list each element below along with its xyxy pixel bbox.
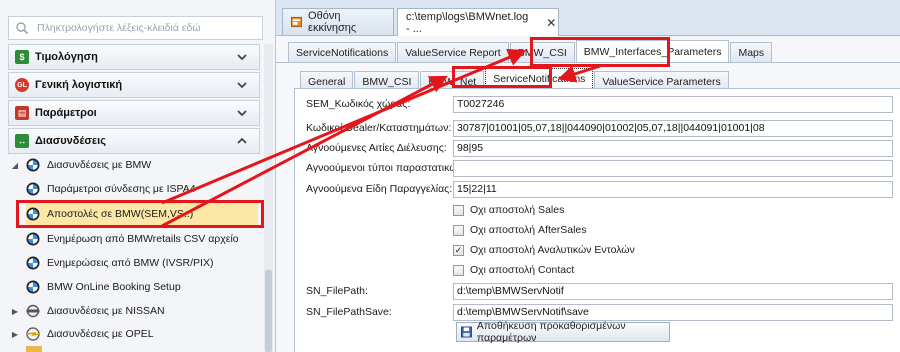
tree-item-online-booking[interactable]: BMW OnLine Booking Setup bbox=[26, 276, 181, 298]
tree-item-bmw-sends[interactable]: Αποστολές σε BMW(SEM,VS..) bbox=[26, 203, 258, 225]
expand-caret-icon[interactable]: ▶ bbox=[10, 307, 20, 316]
sn-filepath-input[interactable]: d:\temp\BMWServNotif bbox=[453, 283, 893, 300]
ignored-doc-types-input[interactable] bbox=[453, 160, 893, 177]
search-placeholder: Πληκτρολογήστε λέξεις-κλειδιά εδώ bbox=[37, 22, 201, 34]
home-screen-icon bbox=[291, 16, 303, 28]
gl-icon: GL bbox=[15, 78, 29, 92]
checkbox-label: Οχι αποστολή AfterSales bbox=[470, 224, 587, 236]
group-label: Γενική λογιστική bbox=[35, 79, 123, 91]
bmw-logo-icon bbox=[26, 158, 40, 172]
bmw-logo-icon bbox=[26, 207, 40, 221]
checkbox-no-aftersales[interactable]: Οχι αποστολή AfterSales bbox=[453, 224, 587, 236]
top-tab-row: ServiceNotifications ValueService Report… bbox=[288, 40, 773, 62]
tab-bmw-interfaces-parameters[interactable]: BMW_Interfaces_Parameters bbox=[575, 40, 730, 62]
nissan-logo-icon bbox=[26, 304, 40, 318]
tab-valueservice-report[interactable]: ValueService Report bbox=[397, 42, 509, 62]
invoice-icon: $ bbox=[15, 50, 29, 64]
tab-servicenotifications[interactable]: ServiceNotifications bbox=[288, 42, 397, 62]
dealer-codes-input[interactable]: 30787|01001|05,07,18||044090|01002|05,07… bbox=[453, 120, 893, 137]
field-label: Κωδικοί Dealer/Καταστημάτων: bbox=[306, 122, 452, 134]
group-label: Τιμολόγηση bbox=[35, 51, 98, 63]
chevron-down-icon[interactable] bbox=[235, 106, 249, 120]
expand-caret-icon[interactable]: ◢ bbox=[10, 161, 20, 170]
tree-label: Διασυνδέσεις με NISSAN bbox=[47, 305, 165, 317]
field-label: Αγνοούμενα Είδη Παραγγελίας: bbox=[306, 183, 453, 195]
search-icon bbox=[16, 22, 29, 35]
tree-item-nissan-integrations[interactable]: ▶ Διασυνδέσεις με NISSAN bbox=[10, 300, 165, 322]
checkbox-no-contact[interactable]: Οχι αποστολή Contact bbox=[453, 264, 574, 276]
tree-item-opel-integrations[interactable]: ▶ Διασυνδέσεις με OPEL bbox=[10, 323, 154, 345]
bmw-logo-icon bbox=[26, 256, 40, 270]
field-label: SN_FilePathSave: bbox=[306, 306, 392, 318]
doc-tab-start-screen[interactable]: Οθόνη εκκίνησης bbox=[282, 8, 394, 35]
tab-maps[interactable]: Maps bbox=[730, 42, 773, 62]
search-input[interactable]: Πληκτρολογήστε λέξεις-κλειδιά εδώ bbox=[8, 16, 263, 40]
checkbox-box[interactable] bbox=[453, 204, 464, 216]
tree-label: BMW OnLine Booking Setup bbox=[47, 281, 181, 293]
tree-item-ispa-connection[interactable]: Παράμετροι σύνδεσης με ISPA4 bbox=[26, 178, 196, 200]
bmw-logo-icon bbox=[26, 280, 40, 294]
field-label: SN_FilePath: bbox=[306, 285, 368, 297]
tree-label: Διασυνδέσεις με OPEL bbox=[47, 328, 154, 340]
tree-item-ivsr-pix[interactable]: Ενημερώσεις από BMW (IVSR/PIX) bbox=[26, 252, 213, 274]
field-label: SEM_Κωδικός χώρας: bbox=[306, 98, 411, 110]
checkbox-no-sales[interactable]: Οχι αποστολή Sales bbox=[453, 204, 564, 216]
tree-item-bmwretails-csv[interactable]: Ενημέρωση από BMWretails CSV αρχείο bbox=[26, 228, 239, 250]
checkbox-box[interactable] bbox=[453, 264, 464, 276]
field-label: Αγνοούμενοι τύποι παραστατικών: bbox=[306, 162, 466, 174]
tree-label: Διασυνδέσεις με BMW bbox=[47, 159, 152, 171]
doc-tab-label: Οθόνη εκκίνησης bbox=[308, 10, 357, 34]
ignored-order-types-input[interactable]: 15|22|11 bbox=[453, 181, 893, 198]
tree-label: Αποστολές σε BMW(SEM,VS..) bbox=[47, 208, 194, 220]
tree-item-bmw-integrations[interactable]: ◢ Διασυνδέσεις με BMW bbox=[10, 154, 151, 176]
group-integrations[interactable]: ↔ Διασυνδέσεις bbox=[8, 128, 260, 154]
chevron-down-icon[interactable] bbox=[235, 50, 249, 64]
checkbox-label: Οχι αποστολή Contact bbox=[470, 264, 575, 276]
parameters-icon: ▤ bbox=[15, 106, 29, 120]
sn-filepath-save-input[interactable]: d:\temp\BMWServNotif\save bbox=[453, 304, 893, 321]
chevron-up-icon[interactable] bbox=[235, 134, 249, 148]
subtab-servicenotifications[interactable]: ServiceNotifications bbox=[485, 68, 594, 90]
folder-icon bbox=[26, 346, 42, 352]
tree-label: Ενημερώσεις από BMW (IVSR/PIX) bbox=[47, 257, 214, 269]
bmw-logo-icon bbox=[26, 182, 40, 196]
save-button-label: Αποθήκευση προκαθορισμένων παραμέτρων bbox=[476, 320, 626, 344]
doc-tab-log-file[interactable]: c:\temp\logs\BMWnet.log - ... ✕ bbox=[397, 8, 559, 36]
checkbox-label: Οχι αποστολή Αναλυτικών Εντολών bbox=[470, 244, 635, 256]
navigation-sidebar: Πληκτρολογήστε λέξεις-κλειδιά εδώ $ Τιμο… bbox=[0, 0, 276, 352]
group-parameters[interactable]: ▤ Παράμετροι bbox=[8, 100, 260, 126]
tree-label: Ενημέρωση από BMWretails CSV αρχείο bbox=[47, 233, 239, 245]
group-invoicing[interactable]: $ Τιμολόγηση bbox=[8, 44, 260, 70]
save-default-parameters-button[interactable]: Αποθήκευση προκαθορισμένων παραμέτρων bbox=[456, 320, 670, 344]
expand-caret-icon[interactable]: ▶ bbox=[10, 330, 20, 339]
sidebar-scrollbar-thumb[interactable] bbox=[265, 270, 272, 352]
main-panel: ServiceNotifications ValueService Report… bbox=[276, 36, 900, 352]
sem-country-code-input[interactable]: T0027246 bbox=[453, 96, 893, 113]
close-icon[interactable]: ✕ bbox=[546, 16, 556, 30]
checkbox-no-detailed-orders[interactable]: ✓ Οχι αποστολή Αναλυτικών Εντολών bbox=[453, 244, 635, 256]
integrations-icon: ↔ bbox=[15, 134, 29, 148]
document-tab-bar: Οθόνη εκκίνησης c:\temp\logs\BMWnet.log … bbox=[276, 0, 900, 36]
checkmark-icon[interactable]: ✓ bbox=[453, 244, 464, 256]
chevron-down-icon[interactable] bbox=[235, 78, 249, 92]
group-label: Παράμετροι bbox=[35, 107, 97, 119]
bmw-logo-icon bbox=[26, 232, 40, 246]
tree-label: Παράμετροι σύνδεσης με ISPA4 bbox=[47, 183, 196, 195]
field-label: Αγνοούμενες Αιτίες Διέλευσης: bbox=[306, 142, 447, 154]
checkbox-label: Οχι αποστολή Sales bbox=[470, 204, 565, 216]
opel-logo-icon bbox=[26, 327, 40, 341]
group-general-ledger[interactable]: GL Γενική λογιστική bbox=[8, 72, 260, 98]
group-label: Διασυνδέσεις bbox=[35, 135, 106, 147]
doc-tab-label: c:\temp\logs\BMWnet.log - ... bbox=[406, 10, 529, 35]
tab-bmw-csi[interactable]: BMW_CSI bbox=[509, 42, 575, 62]
checkbox-box[interactable] bbox=[453, 224, 464, 236]
ignored-reasons-input[interactable]: 98|95 bbox=[453, 140, 893, 157]
save-disk-icon bbox=[461, 326, 472, 338]
